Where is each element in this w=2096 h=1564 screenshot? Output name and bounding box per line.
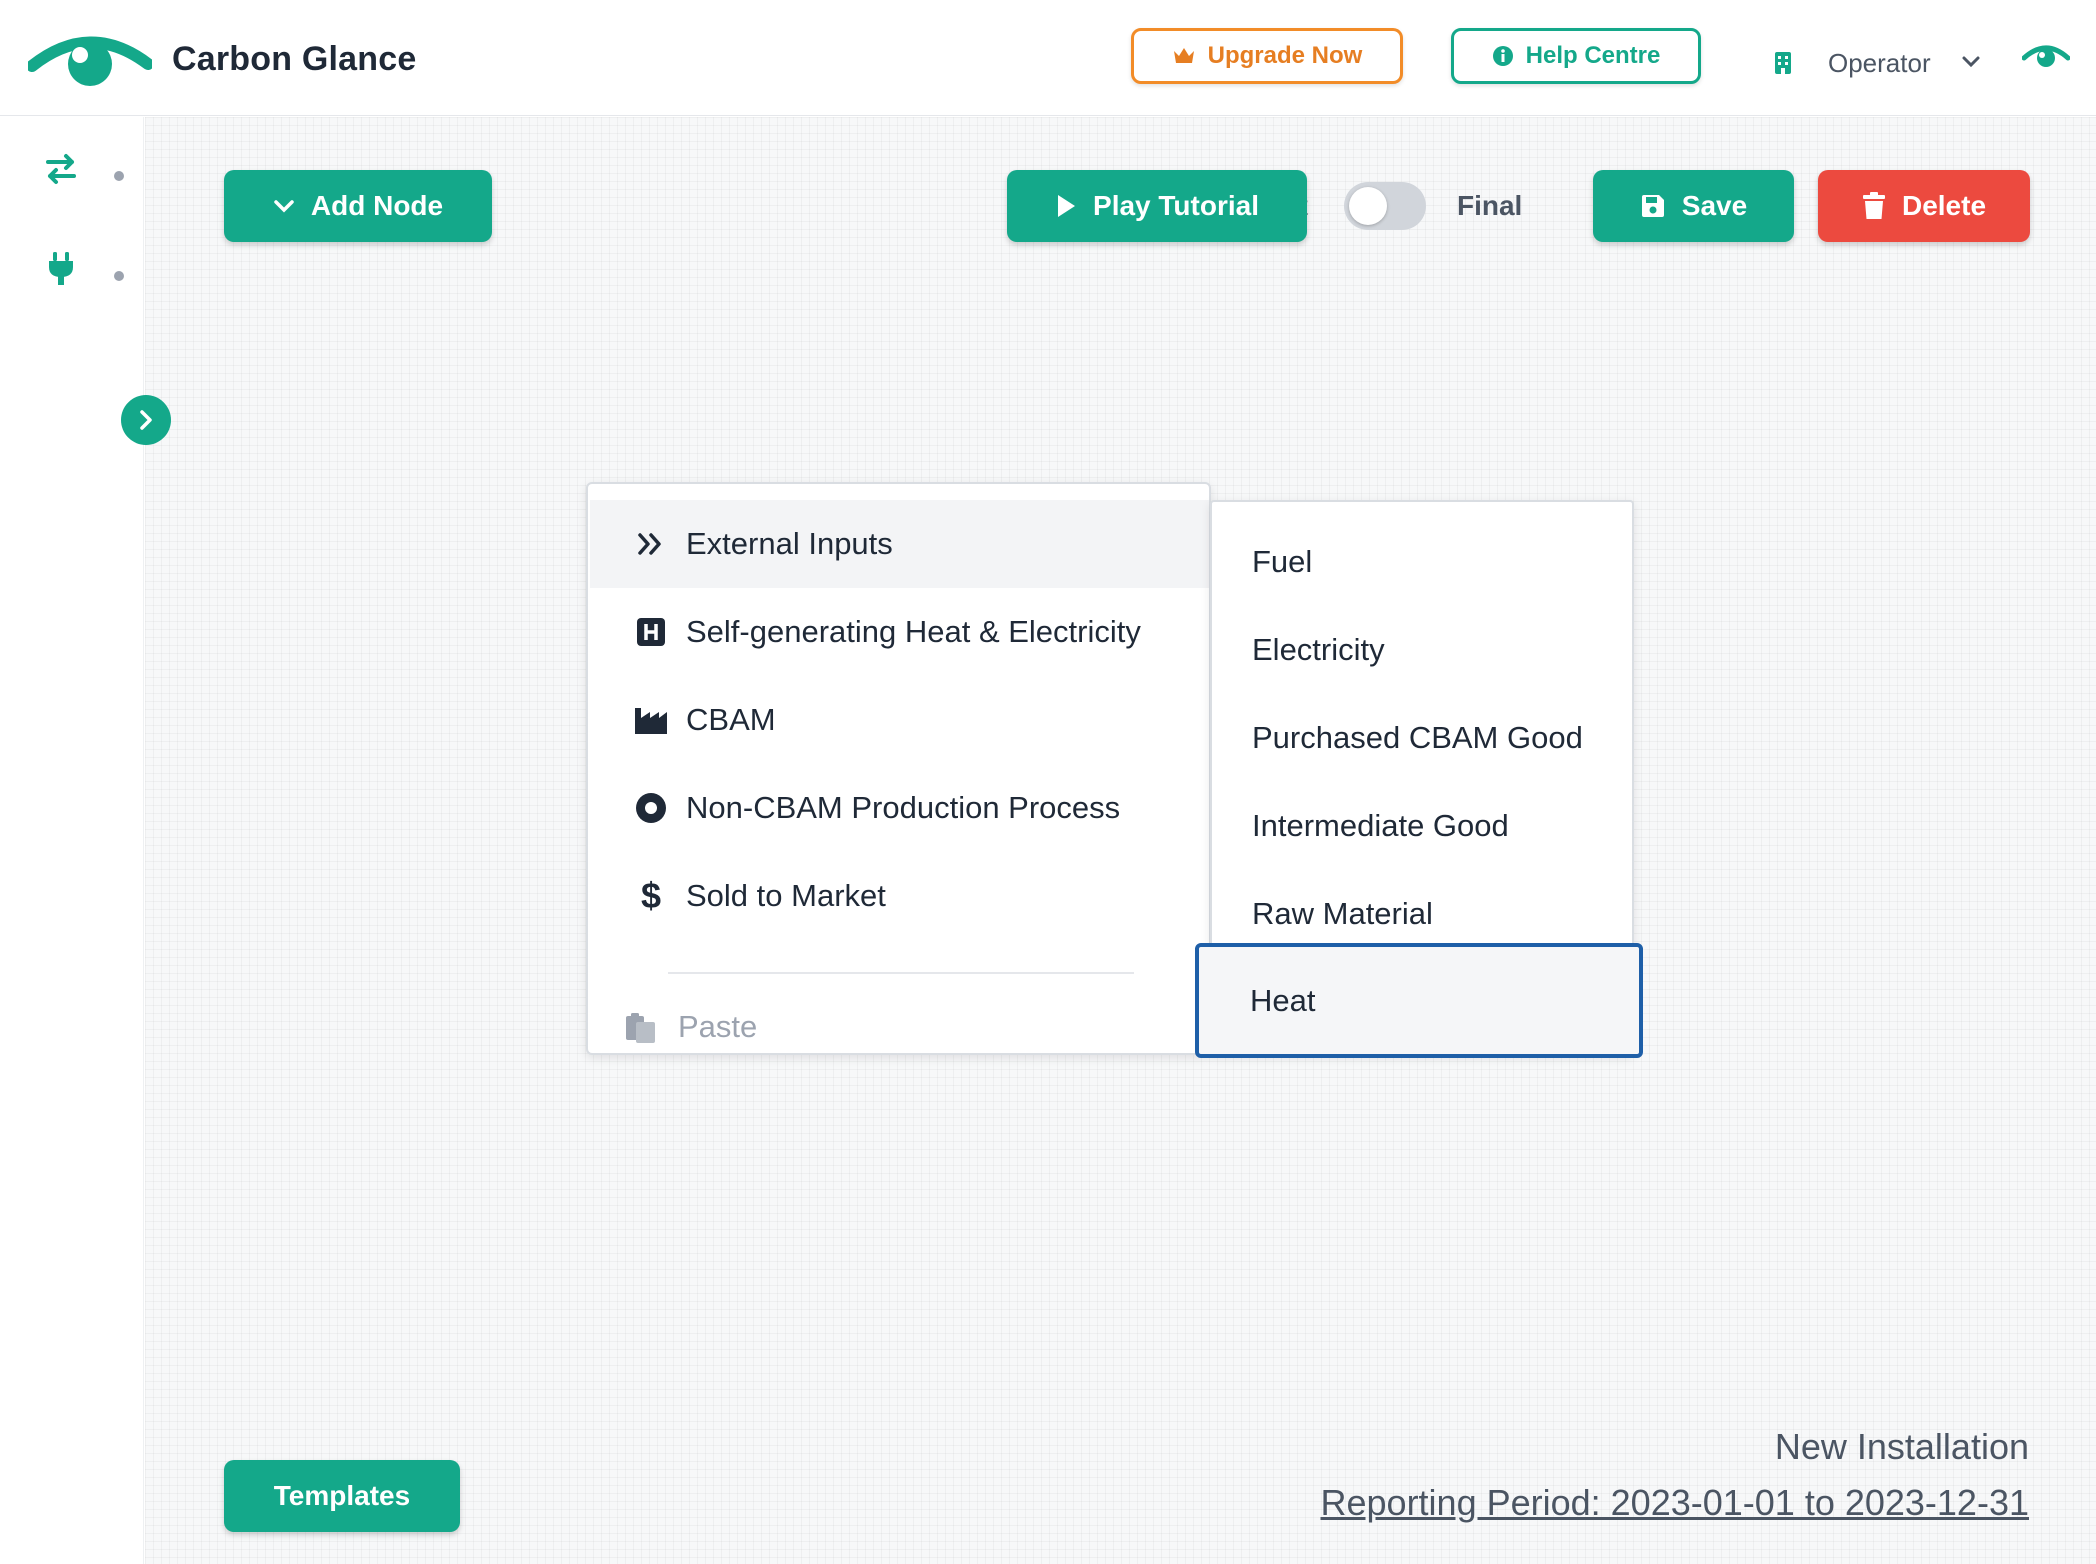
crown-icon [1173, 48, 1194, 63]
left-sidebar [0, 117, 144, 1564]
submenu-item-label: Heat [1250, 983, 1316, 1018]
reporting-period-link[interactable]: Reporting Period: 2023-01-01 to 2023-12-… [1321, 1482, 2030, 1524]
menu-item-self-generating[interactable]: Self-generating Heat & Electricity [590, 588, 1209, 676]
h-square-icon [634, 615, 668, 649]
submenu-item-purchased-cbam-good[interactable]: Purchased CBAM Good [1252, 720, 1583, 756]
play-tutorial-button[interactable]: Play Tutorial [1007, 170, 1307, 242]
submenu-item-heat[interactable]: Heat [1195, 943, 1643, 1058]
plug-icon[interactable] [42, 250, 80, 288]
templates-label: Templates [273, 1480, 411, 1511]
menu-item-label: External Inputs [686, 526, 893, 561]
menu-item-label: Self-generating Heat & Electricity [686, 614, 1141, 649]
menu-item-external-inputs[interactable]: External Inputs [590, 500, 1209, 588]
menu-item-non-cbam-process[interactable]: Non-CBAM Production Process [590, 764, 1209, 852]
play-tutorial-label: Play Tutorial [1093, 190, 1259, 221]
save-label: Save [1681, 190, 1748, 221]
floppy-disk-icon [1641, 195, 1664, 217]
clipboard-icon [624, 1010, 658, 1044]
circle-dot-icon [634, 791, 668, 825]
add-node-button[interactable]: Add Node [224, 170, 492, 242]
installation-name: New Installation [1774, 1426, 2029, 1467]
chevron-down-icon [274, 200, 294, 213]
industry-icon [634, 703, 668, 737]
paste-menu-item[interactable]: Paste [624, 992, 757, 1062]
play-icon [1058, 195, 1076, 217]
eye-icon[interactable] [2022, 42, 2070, 70]
dollar-icon: $ [640, 875, 662, 916]
menu-item-sold-to-market[interactable]: $ Sold to Market [590, 852, 1209, 940]
final-toggle-label: Final [1457, 190, 1523, 221]
chevron-down-icon[interactable] [1961, 54, 1981, 70]
help-centre-button[interactable]: Help Centre [1451, 28, 1701, 84]
delete-button[interactable]: Delete [1818, 170, 2030, 242]
add-node-menu: External Inputs Self-generating Heat & E… [586, 482, 1211, 1055]
user-role-dropdown[interactable]: Operator [1828, 48, 1931, 79]
help-centre-label: Help Centre [1525, 42, 1661, 69]
menu-divider [668, 972, 1134, 974]
top-header: Carbon Glance Upgrade Now Help Centre Op… [0, 0, 2096, 116]
upgrade-now-label: Upgrade Now [1207, 42, 1363, 69]
info-icon [1492, 46, 1513, 66]
submenu-item-raw-material[interactable]: Raw Material [1252, 896, 1433, 932]
sidebar-status-dot [114, 171, 124, 181]
toggle-knob [1349, 187, 1387, 225]
swap-arrows-icon[interactable] [42, 150, 80, 188]
paste-label: Paste [678, 1009, 758, 1044]
double-chevron-right-icon [634, 527, 668, 561]
submenu-item-intermediate-good[interactable]: Intermediate Good [1252, 808, 1509, 844]
add-node-label: Add Node [310, 190, 444, 221]
submenu-item-fuel[interactable]: Fuel [1252, 544, 1312, 580]
final-toggle[interactable] [1344, 182, 1426, 230]
menu-item-label: Non-CBAM Production Process [686, 790, 1121, 825]
templates-button[interactable]: Templates [224, 1460, 460, 1532]
carbon-glance-logo-icon[interactable] [28, 28, 152, 90]
menu-item-label: CBAM [686, 702, 776, 737]
save-button[interactable]: Save [1593, 170, 1794, 242]
submenu-item-electricity[interactable]: Electricity [1252, 632, 1385, 668]
app-name: Carbon Glance [172, 40, 417, 78]
trash-icon [1862, 192, 1885, 219]
menu-item-cbam[interactable]: CBAM [590, 676, 1209, 764]
expand-sidebar-button[interactable] [121, 395, 171, 445]
menu-item-label: Sold to Market [686, 878, 886, 913]
chevron-right-icon [140, 410, 152, 430]
delete-label: Delete [1901, 190, 1987, 221]
sidebar-status-dot [114, 271, 124, 281]
upgrade-now-button[interactable]: Upgrade Now [1131, 28, 1403, 84]
building-icon [1775, 52, 1791, 74]
